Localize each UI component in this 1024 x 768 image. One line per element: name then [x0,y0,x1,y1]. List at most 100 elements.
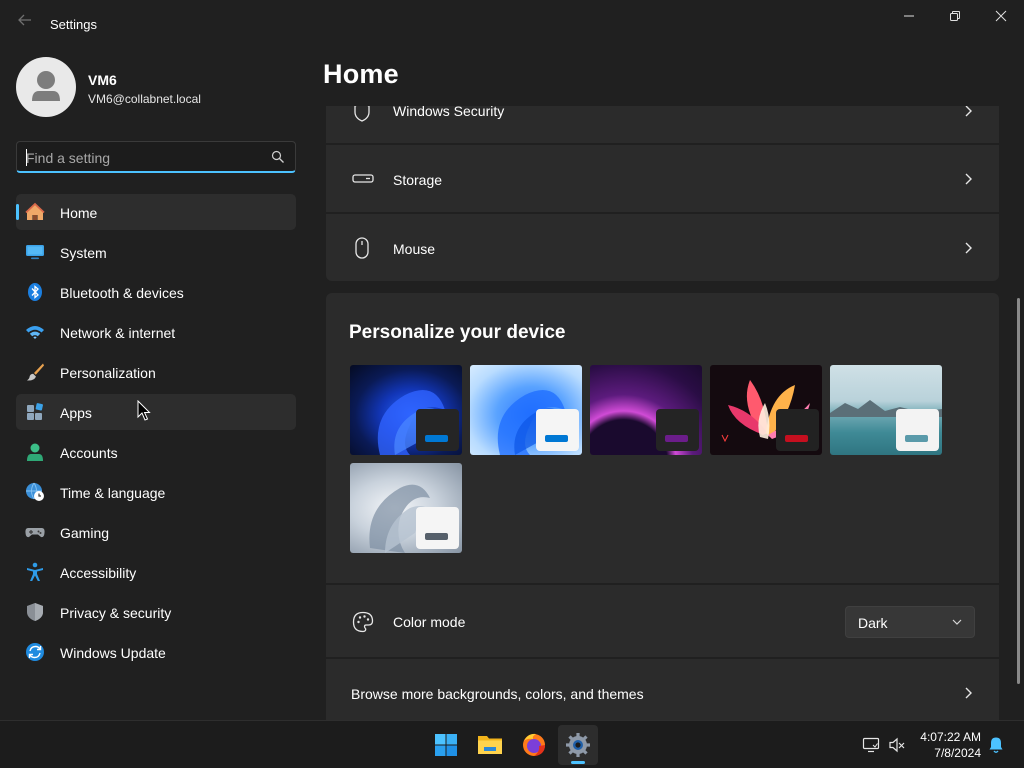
home-icon [25,202,45,220]
network-icon[interactable] [862,736,880,754]
chevron-right-icon [965,687,972,699]
title-bar: Settings [0,0,1024,48]
accent-swatch [545,435,568,442]
sidebar-item-gaming[interactable]: Gaming [16,514,296,550]
minimize-icon [904,15,914,17]
sidebar-item-label: Windows Update [60,645,166,661]
sidebar-item-accessibility[interactable]: Accessibility [16,554,296,590]
sidebar-item-label: Apps [60,405,92,421]
theme-thumbnail[interactable] [350,365,462,455]
section-title: Personalize your device [349,322,566,343]
theme-thumbnail[interactable] [350,463,462,553]
accent-swatch [905,435,928,442]
user-email: VM6@collabnet.local [88,92,201,106]
accent-swatch [425,533,448,540]
color-mode-dropdown[interactable]: Dark [845,606,975,638]
search-icon[interactable] [271,150,285,164]
settings-row-color-mode: Color mode Dark [326,585,999,657]
volume-muted-icon[interactable] [888,736,906,754]
drive-icon [352,174,374,183]
text-caret [26,149,27,166]
person-icon [27,443,43,461]
file-explorer-icon [478,736,502,754]
settings-taskbar-button[interactable] [558,725,598,765]
avatar[interactable] [16,57,76,117]
shield-outline-icon [354,106,370,122]
clock-time[interactable]: 4:07:22 AM [905,730,981,744]
theme-thumbnail[interactable] [470,365,582,455]
update-icon [26,643,44,661]
start-icon [435,734,457,756]
clock-date[interactable]: 7/8/2024 [905,746,981,760]
sidebar-item-system[interactable]: System [16,234,296,270]
sidebar-item-accounts[interactable]: Accounts [16,434,296,470]
selection-indicator [16,204,19,220]
theme-window-preview [896,409,939,451]
sidebar-item-label: Bluetooth & devices [60,285,184,301]
firefox-icon [523,733,545,756]
sidebar-item-label: Home [60,205,98,221]
monitor-icon [26,245,44,260]
theme-window-preview [656,409,699,451]
restore-button[interactable] [932,0,978,32]
row-label: Storage [393,172,443,188]
sidebar-item-windows-update[interactable]: Windows Update [16,634,296,670]
chevron-right-icon [965,242,972,254]
chevron-right-icon [965,106,972,117]
start-button[interactable] [426,725,466,765]
notification-bell-icon[interactable] [988,736,1004,754]
theme-window-preview [776,409,819,451]
mouse-pointer-icon [137,400,151,421]
gamepad-icon [25,528,45,538]
sidebar-item-label: Network & internet [60,325,176,341]
accent-swatch [665,435,688,442]
settings-row-browse-themes[interactable]: Browse more backgrounds, colors, and the… [326,659,999,720]
sidebar-item-apps[interactable]: Apps [16,394,296,430]
sidebar-item-label: Personalization [60,365,156,381]
settings-row-windows-security[interactable]: Windows Security [326,106,999,143]
search-input[interactable] [26,148,256,168]
file-explorer-button[interactable] [470,725,510,765]
theme-thumbnail[interactable] [590,365,702,455]
settings-row-mouse[interactable]: Mouse [326,214,999,281]
row-label: Windows Security [393,106,505,119]
firefox-button[interactable] [514,725,554,765]
paintbrush-icon [27,363,44,381]
theme-thumbnail[interactable] [710,365,822,455]
row-label: Mouse [393,241,436,257]
close-icon [995,10,1007,22]
chevron-right-icon [965,173,972,185]
search-box[interactable] [16,141,296,173]
sidebar-item-privacy-security[interactable]: Privacy & security [16,594,296,630]
restore-icon [950,11,960,21]
settings-row-storage[interactable]: Storage [326,145,999,212]
sidebar-item-network-internet[interactable]: Network & internet [16,314,296,350]
sidebar-item-home[interactable]: Home [16,194,296,230]
minimize-button[interactable] [886,0,932,32]
palette-icon [352,611,374,633]
sidebar-item-bluetooth-devices[interactable]: Bluetooth & devices [16,274,296,310]
sidebar-item-personalization[interactable]: Personalization [16,354,296,390]
theme-window-preview [536,409,579,451]
main-content: Windows Security Storage Mouse Personali… [326,106,999,720]
running-indicator [571,761,585,764]
bluetooth-icon [28,283,42,301]
user-name: VM6 [88,72,117,88]
arrow-left-icon [18,14,31,26]
sidebar-item-time-language[interactable]: Time & language [16,474,296,510]
accent-swatch [785,435,808,442]
shield-icon [27,603,43,621]
person-placeholder-icon [32,71,60,101]
close-button[interactable] [978,0,1024,32]
back-button[interactable] [12,10,38,36]
settings-icon [566,733,590,757]
theme-thumbnail[interactable] [830,365,942,455]
chevron-down-icon [952,619,962,625]
globe-clock-icon [26,482,44,501]
sidebar-item-label: Accessibility [60,565,137,581]
scrollbar-thumb[interactable] [1017,298,1020,684]
sidebar-item-label: System [60,245,107,261]
sidebar-item-label: Gaming [60,525,110,541]
sidebar-item-label: Privacy & security [60,605,172,621]
app-title: Settings [50,17,97,32]
